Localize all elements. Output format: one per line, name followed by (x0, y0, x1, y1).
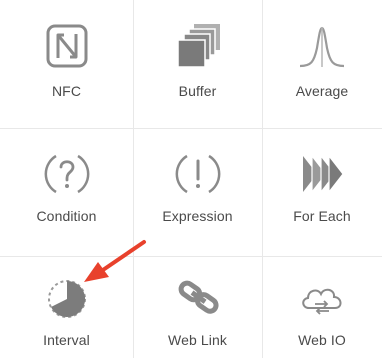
nfc-icon (37, 18, 97, 74)
tile-label: Web Link (168, 332, 227, 348)
tile-label: For Each (293, 208, 351, 224)
bell-curve-icon (292, 18, 352, 74)
exclamation-circle-icon (168, 146, 228, 202)
tile-label: Interval (43, 332, 90, 348)
cloud-sync-icon (292, 270, 352, 326)
link-chain-icon (168, 270, 228, 326)
tile-label: Condition (36, 208, 97, 224)
buffer-stack-icon (168, 18, 228, 74)
tile-for-each[interactable]: For Each (262, 128, 382, 256)
tile-nfc[interactable]: NFC (0, 0, 133, 128)
tile-average[interactable]: Average (262, 0, 382, 128)
tile-label: Buffer (178, 83, 217, 99)
tile-expression[interactable]: Expression (133, 128, 262, 256)
tile-label: Web IO (298, 332, 346, 348)
tile-interval[interactable]: Interval (0, 256, 133, 358)
tile-label: NFC (51, 83, 82, 99)
tile-label: Expression (162, 208, 233, 224)
tile-buffer[interactable]: Buffer (133, 0, 262, 128)
node-palette-grid: NFC Buffer Average Condition Expression … (0, 0, 382, 358)
question-circle-icon (37, 146, 97, 202)
tile-label: Average (295, 83, 349, 99)
interval-timer-icon (37, 270, 97, 326)
tile-web-io[interactable]: Web IO (262, 256, 382, 358)
tile-condition[interactable]: Condition (0, 128, 133, 256)
chevrons-right-icon (292, 146, 352, 202)
tile-web-link[interactable]: Web Link (133, 256, 262, 358)
